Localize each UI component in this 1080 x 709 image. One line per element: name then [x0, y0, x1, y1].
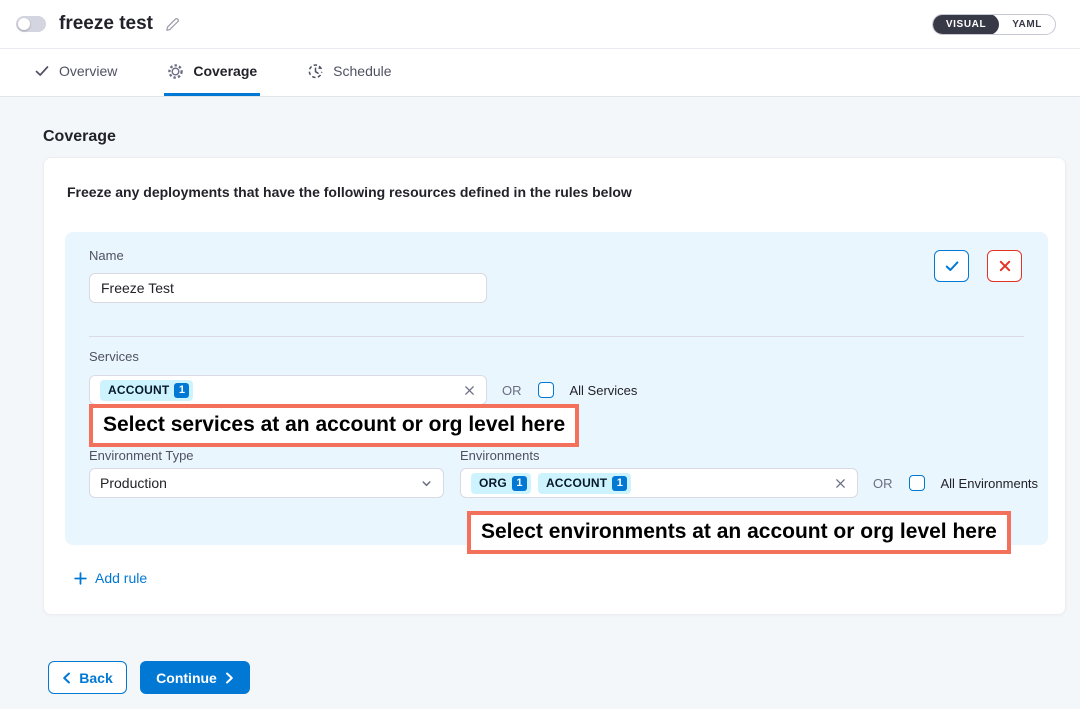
rule-panel: Name Services ACCOUNT: [65, 232, 1048, 545]
check-icon: [34, 63, 50, 79]
x-icon: [834, 477, 847, 490]
clear-services-icon[interactable]: [463, 384, 476, 397]
plus-icon: [74, 572, 87, 585]
chevron-down-icon: [420, 477, 433, 490]
back-label: Back: [79, 670, 112, 686]
environment-type-label: Environment Type: [89, 448, 194, 463]
coverage-card: Freeze any deployments that have the fol…: [43, 157, 1066, 615]
all-environments-label: All Environments: [941, 476, 1039, 491]
tab-schedule-label: Schedule: [333, 63, 391, 79]
chevron-left-icon: [62, 672, 71, 684]
continue-button[interactable]: Continue: [140, 661, 250, 694]
freeze-enabled-toggle[interactable]: [16, 16, 46, 32]
back-button[interactable]: Back: [48, 661, 127, 694]
environments-label: Environments: [460, 448, 539, 463]
name-input[interactable]: [89, 273, 487, 303]
x-icon: [463, 384, 476, 397]
tag-label: ACCOUNT: [108, 383, 169, 397]
card-description: Freeze any deployments that have the fol…: [67, 184, 1048, 200]
tag-count-badge: 1: [174, 383, 189, 398]
environments-multiselect[interactable]: ORG 1 ACCOUNT 1: [460, 468, 858, 498]
toggle-knob: [18, 18, 30, 30]
services-multiselect[interactable]: ACCOUNT 1: [89, 375, 487, 405]
yaml-segment[interactable]: YAML: [999, 14, 1055, 35]
or-label: OR: [502, 383, 522, 398]
gear-icon: [167, 63, 184, 80]
tag-label: ACCOUNT: [546, 476, 607, 490]
environment-tag-org[interactable]: ORG 1: [471, 473, 531, 494]
footer-actions: Back Continue: [48, 661, 1080, 694]
close-icon: [998, 259, 1012, 273]
edit-title-button[interactable]: [163, 15, 182, 34]
tab-overview[interactable]: Overview: [31, 49, 120, 96]
service-tag-account[interactable]: ACCOUNT 1: [100, 380, 193, 401]
schedule-clock-icon: [307, 63, 324, 80]
page-title: freeze test: [59, 13, 153, 35]
confirm-rule-button[interactable]: [934, 250, 969, 282]
all-services-checkbox[interactable]: [538, 382, 554, 398]
coverage-heading: Coverage: [43, 128, 1080, 146]
panel-divider: [89, 336, 1024, 337]
header: freeze test VISUAL YAML: [0, 0, 1080, 49]
check-icon: [944, 258, 960, 274]
tab-overview-label: Overview: [59, 63, 117, 79]
cancel-rule-button[interactable]: [987, 250, 1022, 282]
environment-type-select[interactable]: Production: [89, 468, 444, 498]
environment-tag-account[interactable]: ACCOUNT 1: [538, 473, 631, 494]
add-rule-button[interactable]: Add rule: [74, 570, 147, 586]
rule-confirm-buttons: [934, 250, 1022, 282]
all-environments-checkbox[interactable]: [909, 475, 925, 491]
services-or-group: OR All Services: [502, 382, 637, 398]
continue-label: Continue: [156, 670, 217, 686]
tag-label: ORG: [479, 476, 507, 490]
tag-count-badge: 1: [512, 476, 527, 491]
pencil-icon: [163, 15, 182, 34]
services-annotation-callout: Select services at an account or org lev…: [89, 404, 579, 447]
environments-or-group: OR All Environments: [873, 475, 1038, 491]
main-content: Coverage Freeze any deployments that hav…: [0, 97, 1080, 709]
visual-segment[interactable]: VISUAL: [933, 14, 999, 35]
environments-annotation-callout: Select environments at an account or org…: [467, 511, 1011, 554]
or-label: OR: [873, 476, 893, 491]
clear-environments-icon[interactable]: [834, 477, 847, 490]
tab-bar: Overview Coverage Schedule: [0, 49, 1080, 97]
add-rule-label: Add rule: [95, 570, 147, 586]
name-label: Name: [89, 248, 124, 263]
freeze-studio-screen: freeze test VISUAL YAML Overview Coverag…: [0, 0, 1080, 709]
tab-coverage[interactable]: Coverage: [164, 49, 260, 96]
visual-yaml-toggle: VISUAL YAML: [932, 14, 1056, 35]
all-services-label: All Services: [570, 383, 638, 398]
tab-schedule[interactable]: Schedule: [304, 49, 394, 96]
tab-coverage-label: Coverage: [193, 63, 257, 79]
environment-type-value: Production: [100, 475, 167, 491]
tag-count-badge: 1: [612, 476, 627, 491]
chevron-right-icon: [225, 672, 234, 684]
services-label: Services: [89, 349, 139, 364]
